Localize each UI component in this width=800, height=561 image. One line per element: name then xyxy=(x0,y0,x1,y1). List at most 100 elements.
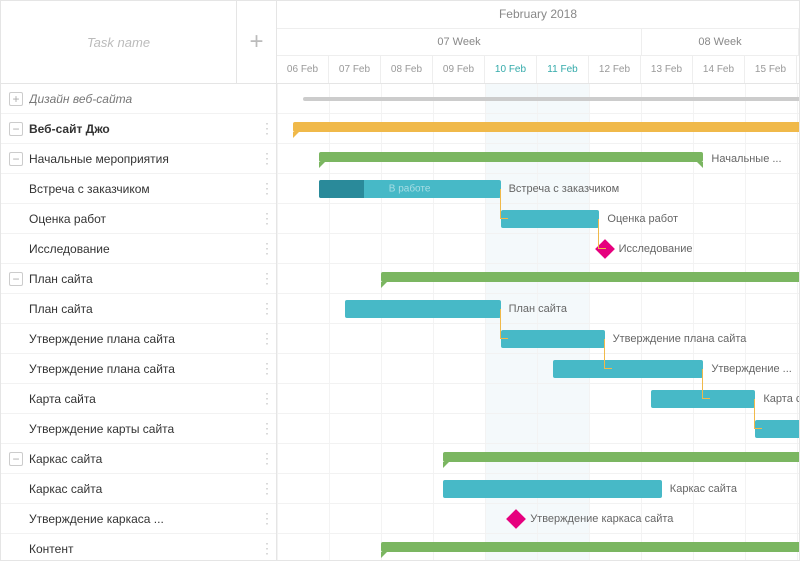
task-bar[interactable] xyxy=(443,480,661,498)
task-label: План сайта xyxy=(29,272,260,286)
task-row[interactable]: Утверждение плана сайта⋮ xyxy=(1,324,276,354)
project-bar[interactable] xyxy=(293,122,799,132)
week-label: 07 Week xyxy=(277,29,642,56)
day-label: 06 Feb xyxy=(277,56,329,83)
task-row[interactable]: −Каркас сайта⋮ xyxy=(1,444,276,474)
day-label: 12 Feb xyxy=(589,56,641,83)
kebab-icon[interactable]: ⋮ xyxy=(260,480,276,497)
task-label: Утверждение плана сайта xyxy=(29,332,260,346)
task-row[interactable]: Каркас сайта⋮ xyxy=(1,474,276,504)
task-row[interactable]: Утверждение карты сайта⋮ xyxy=(1,414,276,444)
bar-label: План сайта xyxy=(509,303,567,315)
bar-status-text: В работе xyxy=(389,184,431,195)
task-row[interactable]: Утверждение плана сайта⋮ xyxy=(1,354,276,384)
kebab-icon[interactable]: ⋮ xyxy=(260,120,276,137)
dependency-link xyxy=(500,189,508,219)
toggle-button[interactable]: + xyxy=(9,92,23,106)
task-bar[interactable] xyxy=(501,210,600,228)
task-label: Контент xyxy=(29,542,260,556)
timeline-panel[interactable]: February 2018 07 Week08 Week 06 Feb07 Fe… xyxy=(277,1,799,560)
task-label: Каркас сайта xyxy=(29,452,260,466)
task-rows: +Дизайн веб-сайта−Веб-сайт Джо⋮−Начальны… xyxy=(1,84,276,560)
task-bar[interactable] xyxy=(501,330,605,348)
kebab-icon[interactable]: ⋮ xyxy=(260,240,276,257)
day-label: 14 Feb xyxy=(693,56,745,83)
task-row[interactable]: Оценка работ⋮ xyxy=(1,204,276,234)
add-task-button[interactable]: + xyxy=(236,1,276,83)
task-label: Начальные мероприятия xyxy=(29,152,260,166)
toggle-button[interactable]: − xyxy=(9,272,23,286)
day-label: 07 Feb xyxy=(329,56,381,83)
day-label: 08 Feb xyxy=(381,56,433,83)
dependency-link xyxy=(754,399,762,429)
task-row[interactable]: Карта сайта⋮ xyxy=(1,384,276,414)
dependency-link xyxy=(598,219,606,249)
task-row[interactable]: Утверждение каркаса ...⋮ xyxy=(1,504,276,534)
timeline-body: Начальные ... В работе Встреча с заказчико… xyxy=(277,84,799,560)
bar-label: Утверждение плана сайта xyxy=(613,333,747,345)
kebab-icon[interactable]: ⋮ xyxy=(260,540,276,557)
dependency-link xyxy=(702,369,710,399)
task-label: Оценка работ xyxy=(29,212,260,226)
dependency-link xyxy=(604,339,612,369)
task-bar[interactable] xyxy=(345,300,501,318)
task-row[interactable]: Исследование⋮ xyxy=(1,234,276,264)
day-label: 11 Feb xyxy=(537,56,589,83)
kebab-icon[interactable]: ⋮ xyxy=(260,360,276,377)
task-label: Встреча с заказчиком xyxy=(29,182,260,196)
task-row[interactable]: −Начальные мероприятия⋮ xyxy=(1,144,276,174)
week-label: 08 Week xyxy=(642,29,799,56)
kebab-icon[interactable]: ⋮ xyxy=(260,510,276,527)
kebab-icon[interactable]: ⋮ xyxy=(260,300,276,317)
task-row[interactable]: −Веб-сайт Джо⋮ xyxy=(1,114,276,144)
summary-bar[interactable] xyxy=(381,542,799,552)
task-row[interactable]: Контент⋮ xyxy=(1,534,276,561)
kebab-icon[interactable]: ⋮ xyxy=(260,180,276,197)
task-list-header: + xyxy=(1,1,276,84)
bars-layer: Начальные ... В работе Встреча с заказчико… xyxy=(277,84,799,560)
toggle-button[interactable]: − xyxy=(9,452,23,466)
kebab-icon[interactable]: ⋮ xyxy=(260,420,276,437)
day-label: 15 Feb xyxy=(745,56,797,83)
bar-label: Исследование xyxy=(619,243,693,255)
bar-label: Начальные ... xyxy=(711,153,781,165)
bar-label: Утверждение каркаса сайта xyxy=(530,513,673,525)
task-bar[interactable] xyxy=(553,360,704,378)
week-row: 07 Week08 Week xyxy=(277,29,799,57)
bar-label: Оценка работ xyxy=(607,213,678,225)
day-row: 06 Feb07 Feb08 Feb09 Feb10 Feb11 Feb12 F… xyxy=(277,56,799,83)
kebab-icon[interactable]: ⋮ xyxy=(260,150,276,167)
task-label: Дизайн веб-сайта xyxy=(29,92,276,106)
milestone[interactable] xyxy=(506,509,526,529)
summary-bar[interactable] xyxy=(319,152,704,162)
month-label: February 2018 xyxy=(277,1,799,28)
kebab-icon[interactable]: ⋮ xyxy=(260,450,276,467)
summary-bar[interactable] xyxy=(443,452,799,462)
bar-label: Встреча с заказчиком xyxy=(509,183,620,195)
task-label: Каркас сайта xyxy=(29,482,260,496)
progress-bar xyxy=(319,180,365,198)
kebab-icon[interactable]: ⋮ xyxy=(260,390,276,407)
thin-bar[interactable] xyxy=(303,97,799,101)
kebab-icon[interactable]: ⋮ xyxy=(260,330,276,347)
task-label: Утверждение плана сайта xyxy=(29,362,260,376)
task-list-panel: + +Дизайн веб-сайта−Веб-сайт Джо⋮−Началь… xyxy=(1,1,277,560)
day-label: 10 Feb xyxy=(485,56,537,83)
task-row[interactable]: План сайта⋮ xyxy=(1,294,276,324)
task-row[interactable]: Встреча с заказчиком⋮ xyxy=(1,174,276,204)
kebab-icon[interactable]: ⋮ xyxy=(260,270,276,287)
bar-label: Карта сайта xyxy=(763,393,799,405)
task-label: Веб-сайт Джо xyxy=(29,122,260,136)
task-label: Утверждение карты сайта xyxy=(29,422,260,436)
summary-bar[interactable] xyxy=(381,272,799,282)
toggle-button[interactable]: − xyxy=(9,152,23,166)
task-label: План сайта xyxy=(29,302,260,316)
kebab-icon[interactable]: ⋮ xyxy=(260,210,276,227)
toggle-button[interactable]: − xyxy=(9,122,23,136)
day-label: 09 Feb xyxy=(433,56,485,83)
timeline-header: February 2018 07 Week08 Week 06 Feb07 Fe… xyxy=(277,1,799,84)
task-name-input[interactable] xyxy=(1,1,236,83)
task-row[interactable]: −План сайта⋮ xyxy=(1,264,276,294)
task-row[interactable]: + Дизайн веб-сайта xyxy=(1,84,276,114)
bar-label: Утверждение ... xyxy=(711,363,791,375)
